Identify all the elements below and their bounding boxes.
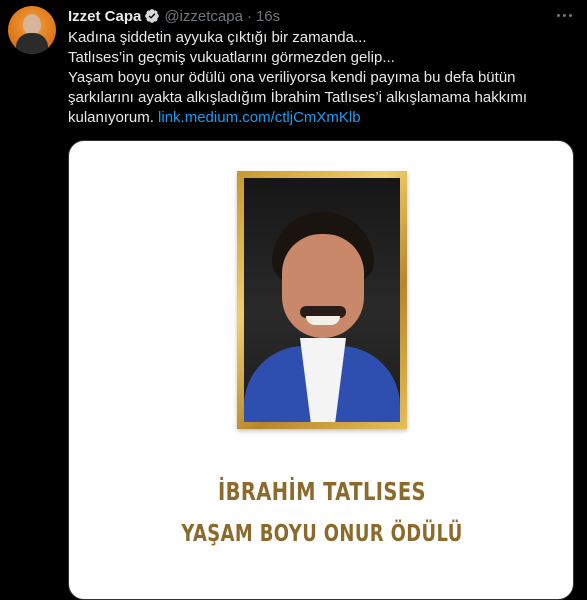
portrait-smile [306, 316, 340, 325]
tweet-text-line: şarkılarını ayakta alkışladığım İbrahim … [68, 89, 528, 106]
tweet-text-line: Tatlıses’in geçmiş vukuatlarını görmezde… [68, 49, 395, 66]
author-handle[interactable]: @izzetcapa [164, 8, 243, 25]
tweet-header: Izzet Capa @izzetcapa · 16s [68, 6, 280, 26]
separator-dot: · [246, 7, 252, 25]
tweet-media-image[interactable]: İBRAHİM TATLISES YAŞAM BOYU ONUR ÖDÜLÜ [68, 140, 574, 600]
tweet-link[interactable]: link.medium.com/ctljCmXmKlb [158, 109, 361, 126]
tweet-timestamp[interactable]: 16s [256, 8, 280, 25]
avatar-body [16, 33, 48, 54]
avatar[interactable] [8, 6, 56, 54]
tweet-text-tail: kulanıyorum. [68, 109, 154, 126]
author-name[interactable]: Izzet Capa [68, 8, 141, 25]
verified-badge-icon [145, 9, 160, 23]
more-options-icon[interactable] [553, 4, 575, 26]
award-title: YAŞAM BOYU ONUR ÖDÜLÜ [181, 521, 463, 547]
tweet-text-line-last: kulanıyorum. link.medium.com/ctljCmXmKlb [68, 108, 568, 128]
tweet-text-line: Kadına şiddetin ayyuka çıktığı bir zaman… [68, 29, 367, 46]
portrait-photo [244, 178, 400, 422]
gold-frame [237, 171, 407, 429]
tweet: Izzet Capa @izzetcapa · 16s Kadına şidde… [0, 0, 587, 600]
tweet-text: Kadına şiddetin ayyuka çıktığı bir zaman… [68, 28, 568, 128]
tweet-text-line: Yaşam boyu onur ödülü ona veriliyorsa ke… [68, 69, 516, 86]
award-recipient-name: İBRAHİM TATLISES [218, 477, 426, 506]
